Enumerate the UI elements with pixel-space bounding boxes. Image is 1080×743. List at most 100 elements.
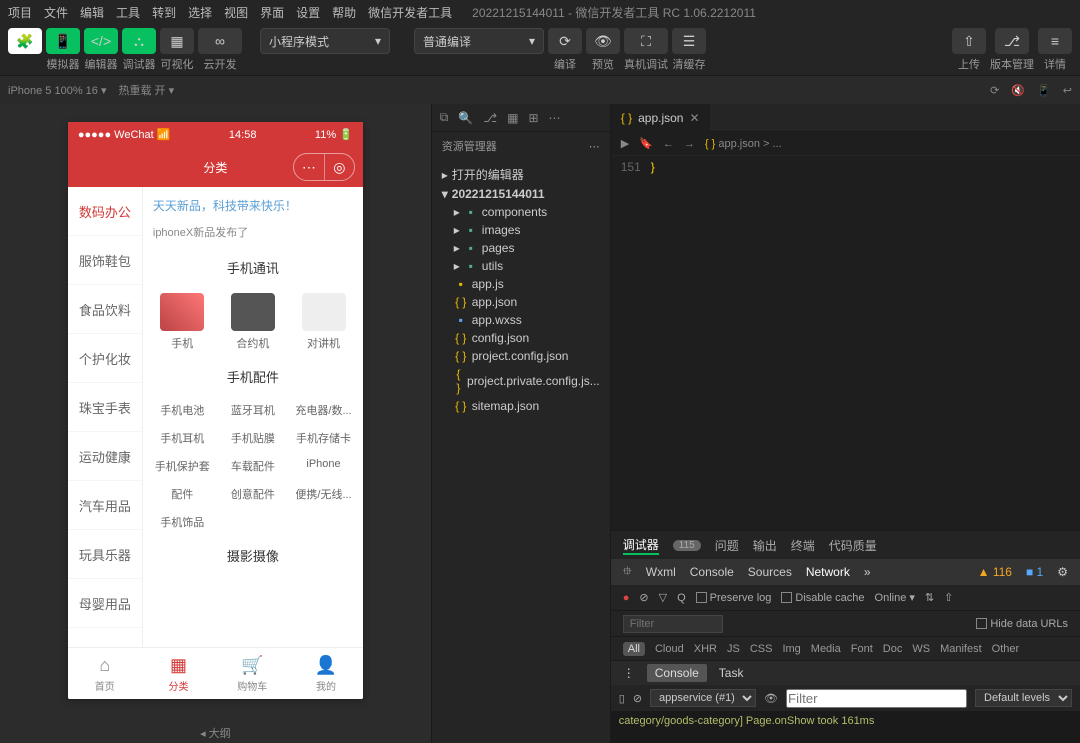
product-item[interactable]: 合约机	[218, 287, 289, 357]
filter-img[interactable]: Img	[782, 643, 800, 655]
devtools-tab-terminal[interactable]: 终端	[791, 537, 815, 554]
filter-font[interactable]: Font	[851, 643, 873, 655]
hot-reload-toggle[interactable]: 热重载 开 ▾	[119, 82, 175, 98]
file-appjs[interactable]: ▪ app.js	[432, 275, 610, 293]
file-config[interactable]: { } config.json	[432, 329, 610, 347]
tab-home[interactable]: ⌂首页	[68, 648, 142, 699]
nav-back-icon[interactable]: ←	[663, 138, 674, 150]
git-icon[interactable]: ⎇	[483, 111, 497, 125]
upload-button[interactable]: ⇧	[952, 28, 986, 54]
tab-cart[interactable]: 🛒购物车	[215, 648, 289, 699]
product-item[interactable]: 充电器/数...	[288, 396, 359, 424]
explorer-tab-files-icon[interactable]: ⧉	[440, 110, 449, 125]
sidebar-item[interactable]: 玩具乐器	[68, 530, 142, 579]
filter-all[interactable]: All	[623, 642, 645, 656]
drawer-tab-console[interactable]: Console	[647, 664, 707, 682]
sidebar-item[interactable]: 食品饮料	[68, 285, 142, 334]
details-button[interactable]: ≡	[1038, 28, 1072, 54]
throttle-icon[interactable]: ⇅	[925, 591, 934, 604]
product-item[interactable]: 手机饰品	[147, 508, 218, 536]
sidebar-item[interactable]: 个护化妆	[68, 334, 142, 383]
refresh-icon[interactable]: ⟳	[990, 84, 999, 97]
file-appwxss[interactable]: ▪ app.wxss	[432, 311, 610, 329]
menu-select[interactable]: 选择	[188, 4, 212, 21]
project-root[interactable]: ▾ 20221215144011	[432, 185, 610, 203]
eye-icon[interactable]: 👁	[764, 692, 778, 705]
levels-select[interactable]: Default levels	[975, 689, 1072, 707]
context-select[interactable]: appservice (#1)	[650, 689, 756, 707]
inspect-icon[interactable]: ⯐	[623, 562, 632, 583]
folder-utils[interactable]: ▸ ▪ utils	[432, 257, 610, 275]
menu-interface[interactable]: 界面	[260, 4, 284, 21]
menu-settings[interactable]: 设置	[296, 4, 320, 21]
sidebar-item[interactable]: 服饰鞋包	[68, 236, 142, 285]
product-item[interactable]: 手机贴膜	[218, 424, 289, 452]
editor-tab[interactable]: { } app.json ✕	[611, 104, 710, 132]
device-icon[interactable]: 📱	[1037, 84, 1051, 97]
editor-button[interactable]: </>	[84, 28, 118, 54]
devtools-tab-problems[interactable]: 问题	[715, 537, 739, 554]
filter-doc[interactable]: Doc	[883, 643, 903, 655]
product-item[interactable]: iPhone	[288, 452, 359, 480]
back-icon[interactable]: ↩	[1063, 84, 1072, 97]
compile-select[interactable]: 普通编译▾	[414, 28, 544, 54]
tab-sources[interactable]: Sources	[748, 565, 792, 579]
tab-wxml[interactable]: Wxml	[646, 565, 676, 579]
console-clear-icon[interactable]: ⊘	[633, 692, 642, 705]
search-icon[interactable]: Q	[677, 592, 686, 604]
compile-button[interactable]: ⟳	[548, 28, 582, 54]
category-content[interactable]: 天天新品，科技带来快乐！ iphoneX新品发布了 手机通讯 手机 合约机 对讲…	[143, 187, 363, 647]
console-output[interactable]: category/goods-category] Page.onShow too…	[611, 711, 1080, 743]
menu-help[interactable]: 帮助	[332, 4, 356, 21]
filter-icon[interactable]: ▽	[659, 591, 667, 604]
devtools-tab-debugger[interactable]: 调试器	[623, 536, 659, 555]
filter-ws[interactable]: WS	[912, 643, 930, 655]
sidebar-item[interactable]: 汽车用品	[68, 481, 142, 530]
search-icon[interactable]: 🔍	[458, 111, 473, 125]
filter-js[interactable]: JS	[727, 643, 740, 655]
explorer-more-icon[interactable]: ⋯	[589, 140, 600, 153]
simulator-button[interactable]: 📱	[46, 28, 80, 54]
menu-goto[interactable]: 转到	[152, 4, 176, 21]
tab-more-icon[interactable]: »	[864, 565, 871, 579]
product-item[interactable]: 车载配件	[218, 452, 289, 480]
folder-components[interactable]: ▸ ▪ components	[432, 203, 610, 221]
tab-category[interactable]: ▦分类	[142, 648, 216, 699]
visual-button[interactable]: ▦	[160, 28, 194, 54]
bookmark-icon[interactable]: 🔖	[639, 137, 653, 150]
sidebar-item[interactable]: 运动健康	[68, 432, 142, 481]
close-icon[interactable]: ✕	[689, 111, 699, 125]
api-icon[interactable]: ⊞	[528, 111, 538, 125]
hide-urls-checkbox[interactable]	[976, 618, 987, 629]
more-icon[interactable]: ⋯	[549, 111, 561, 125]
product-item[interactable]: 手机	[147, 287, 218, 357]
drawer-toggle-icon[interactable]: ⋮	[623, 666, 635, 680]
clear-cache-button[interactable]: ☰	[672, 28, 706, 54]
code-editor[interactable]: 151}	[611, 156, 1080, 530]
filter-manifest[interactable]: Manifest	[940, 643, 982, 655]
device-info[interactable]: iPhone 5 100% 16 ▾	[8, 84, 107, 97]
console-filter-input[interactable]	[786, 689, 967, 708]
run-icon[interactable]: ▶	[621, 137, 629, 150]
file-appjson[interactable]: { } app.json	[432, 293, 610, 311]
devtools-tab-output[interactable]: 输出	[753, 537, 777, 554]
filter-xhr[interactable]: XHR	[694, 643, 717, 655]
product-item[interactable]: 蓝牙耳机	[218, 396, 289, 424]
console-menu-icon[interactable]: ▯	[619, 692, 625, 705]
product-item[interactable]: 手机存储卡	[288, 424, 359, 452]
warning-count[interactable]: ▲ 116	[978, 565, 1012, 579]
product-item[interactable]: 对讲机	[288, 287, 359, 357]
preserve-log-checkbox[interactable]	[696, 592, 707, 603]
remote-debug-button[interactable]: ⛶	[624, 28, 668, 54]
filter-other[interactable]: Other	[992, 643, 1020, 655]
mode-select[interactable]: 小程序模式▾	[260, 28, 390, 54]
cloud-button[interactable]: ∞	[198, 28, 242, 54]
file-sitemap[interactable]: { } sitemap.json	[432, 397, 610, 415]
capsule-close-icon[interactable]: ◎	[324, 154, 354, 180]
file-projectprivate[interactable]: { } project.private.config.js...	[432, 365, 610, 397]
mute-icon[interactable]: 🔇	[1011, 84, 1025, 97]
upload-icon[interactable]: ⇧	[944, 591, 953, 604]
disable-cache-checkbox[interactable]	[781, 592, 792, 603]
folder-pages[interactable]: ▸ ▪ pages	[432, 239, 610, 257]
folder-images[interactable]: ▸ ▪ images	[432, 221, 610, 239]
